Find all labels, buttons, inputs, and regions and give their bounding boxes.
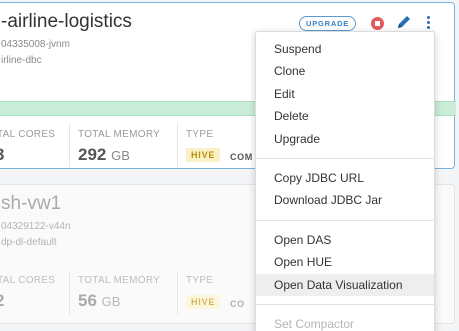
memory-unit: GB [101, 294, 121, 309]
upgrade-badge[interactable]: UPGRADE [299, 16, 357, 31]
total-cores-label: TAL CORES [0, 129, 56, 140]
total-cores-value: 3 [0, 145, 4, 165]
warehouse-catalog: dp-dl-default [1, 237, 57, 248]
type-label: TYPE [186, 129, 214, 140]
warehouse-title: -airline-logistics [1, 11, 132, 32]
hive-type-badge: HIVE [186, 148, 221, 162]
stat-divider [69, 271, 70, 315]
total-cores-label: TAL CORES [0, 275, 56, 286]
memory-unit: GB [111, 148, 130, 163]
total-cores-value: 2 [0, 291, 4, 311]
warehouse-id: 04335008-jvnm [1, 39, 70, 50]
total-memory-value: 56 GB [78, 291, 120, 311]
menu-divider [256, 157, 434, 159]
menu-item-open-das[interactable]: Open DAS [256, 229, 434, 251]
hive-type-badge: HIVE [186, 295, 221, 309]
memory-number: 292 [78, 145, 107, 164]
menu-item-open-data-visualization[interactable]: Open Data Visualization [256, 273, 434, 296]
type-label: TYPE [186, 275, 214, 286]
total-memory-label: TOTAL MEMORY [78, 129, 161, 140]
menu-divider [256, 219, 434, 221]
menu-item-edit[interactable]: Edit [256, 83, 434, 105]
edit-pencil-icon[interactable] [396, 14, 412, 30]
page: -airline-logistics 04335008-jvnm irline-… [0, 0, 459, 331]
menu-item-delete[interactable]: Delete [256, 105, 434, 127]
memory-number: 56 [78, 291, 97, 310]
stat-divider [177, 271, 178, 315]
menu-item-copy-jdbc-url[interactable]: Copy JDBC URL [256, 167, 434, 189]
total-memory-label: TOTAL MEMORY [78, 275, 161, 286]
warehouse-catalog: irline-dbc [1, 55, 42, 66]
menu-item-upgrade[interactable]: Upgrade [256, 128, 434, 150]
menu-item-download-jdbc-jar[interactable]: Download JDBC Jar [256, 189, 434, 211]
menu-item-clone[interactable]: Clone [256, 60, 434, 82]
menu-divider [256, 303, 434, 305]
compactor-text: COM [230, 152, 253, 162]
menu-item-suspend[interactable]: Suspend [256, 38, 434, 60]
warehouse-id: 04329122-v44n [1, 221, 71, 232]
menu-item-open-hue[interactable]: Open HUE [256, 251, 434, 273]
stat-divider [69, 123, 70, 167]
warehouse-actions-menu: Suspend Clone Edit Delete Upgrade Copy J… [255, 31, 435, 331]
compactor-text: CO [230, 299, 245, 309]
warehouse-title: sh-vw1 [1, 193, 62, 214]
stat-divider [177, 123, 178, 167]
total-memory-value: 292 GB [78, 145, 130, 165]
menu-item-set-compactor[interactable]: Set Compactor [256, 313, 434, 331]
stop-icon[interactable] [371, 17, 384, 30]
